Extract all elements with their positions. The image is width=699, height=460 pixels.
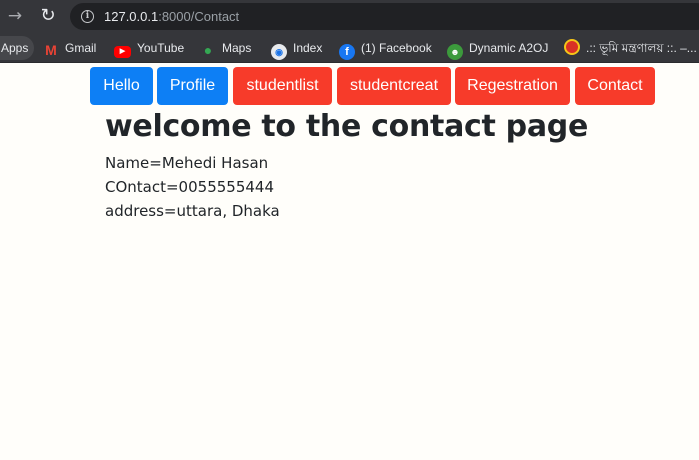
bookmark-label: (1) Facebook xyxy=(361,41,432,55)
address-text: address=uttara, Dhaka xyxy=(105,202,280,220)
maps-icon: ● xyxy=(203,42,213,58)
bookmark-bhumi[interactable]: .:: ভূমি মন্ত্রণালয় ::. –... xyxy=(564,39,697,57)
a2oj-icon: ☻ xyxy=(447,44,463,60)
bhumi-icon xyxy=(564,39,580,55)
bookmark-label: Apps xyxy=(1,41,29,55)
contact-text: COntact=0055555444 xyxy=(105,178,274,196)
bookmark-label: .:: ভূমি মন্ত্রণালয় ::. –... xyxy=(586,41,697,55)
profile-button[interactable]: Profile xyxy=(157,67,228,105)
browser-toolbar: → ↻ i 127.0.0.1:8000/Contact xyxy=(0,0,699,33)
contact-button[interactable]: Contact xyxy=(575,67,655,105)
page-title: welcome to the contact page xyxy=(105,109,589,144)
regestration-button[interactable]: Regestration xyxy=(455,67,570,105)
index-icon: ◉ xyxy=(271,44,287,60)
bookmark-a2oj[interactable]: ☻ Dynamic A2OJ xyxy=(447,39,549,60)
bookmark-label: Index xyxy=(293,41,323,55)
bookmark-maps[interactable]: ● Maps xyxy=(200,39,252,58)
bookmark-label: YouTube xyxy=(137,41,185,55)
bookmark-gmail[interactable]: M Gmail xyxy=(43,39,97,58)
name-text: Name=Mehedi Hasan xyxy=(105,154,269,172)
bookmark-label: Maps xyxy=(222,41,252,55)
youtube-icon: ▶ xyxy=(114,46,131,58)
hello-button[interactable]: Hello xyxy=(90,67,153,105)
bookmark-apps[interactable]: Apps xyxy=(0,36,35,60)
bookmark-facebook[interactable]: f (1) Facebook xyxy=(339,39,432,60)
url-host: 127.0.0.1 xyxy=(104,9,159,24)
studentlist-button[interactable]: studentlist xyxy=(233,67,332,105)
reload-icon[interactable]: ↻ xyxy=(36,4,60,28)
bookmarks-bar: Apps M Gmail ▶ YouTube ● Maps ◉ Index f (1) F… xyxy=(0,33,699,63)
studentcreat-button[interactable]: studentcreat xyxy=(337,67,451,105)
forward-arrow-icon[interactable]: → xyxy=(3,4,27,28)
address-bar[interactable]: i 127.0.0.1:8000/Contact xyxy=(70,3,699,30)
url-path: :8000/Contact xyxy=(158,9,240,24)
bookmark-label: Gmail xyxy=(65,41,97,55)
url-text: 127.0.0.1:8000/Contact xyxy=(104,8,239,25)
bookmark-label: Dynamic A2OJ xyxy=(469,41,549,55)
facebook-icon: f xyxy=(339,44,355,60)
info-icon[interactable]: i xyxy=(81,10,94,23)
gmail-icon: M xyxy=(45,42,57,58)
bookmark-index[interactable]: ◉ Index xyxy=(271,39,323,60)
bookmark-youtube[interactable]: ▶ YouTube xyxy=(114,39,185,58)
